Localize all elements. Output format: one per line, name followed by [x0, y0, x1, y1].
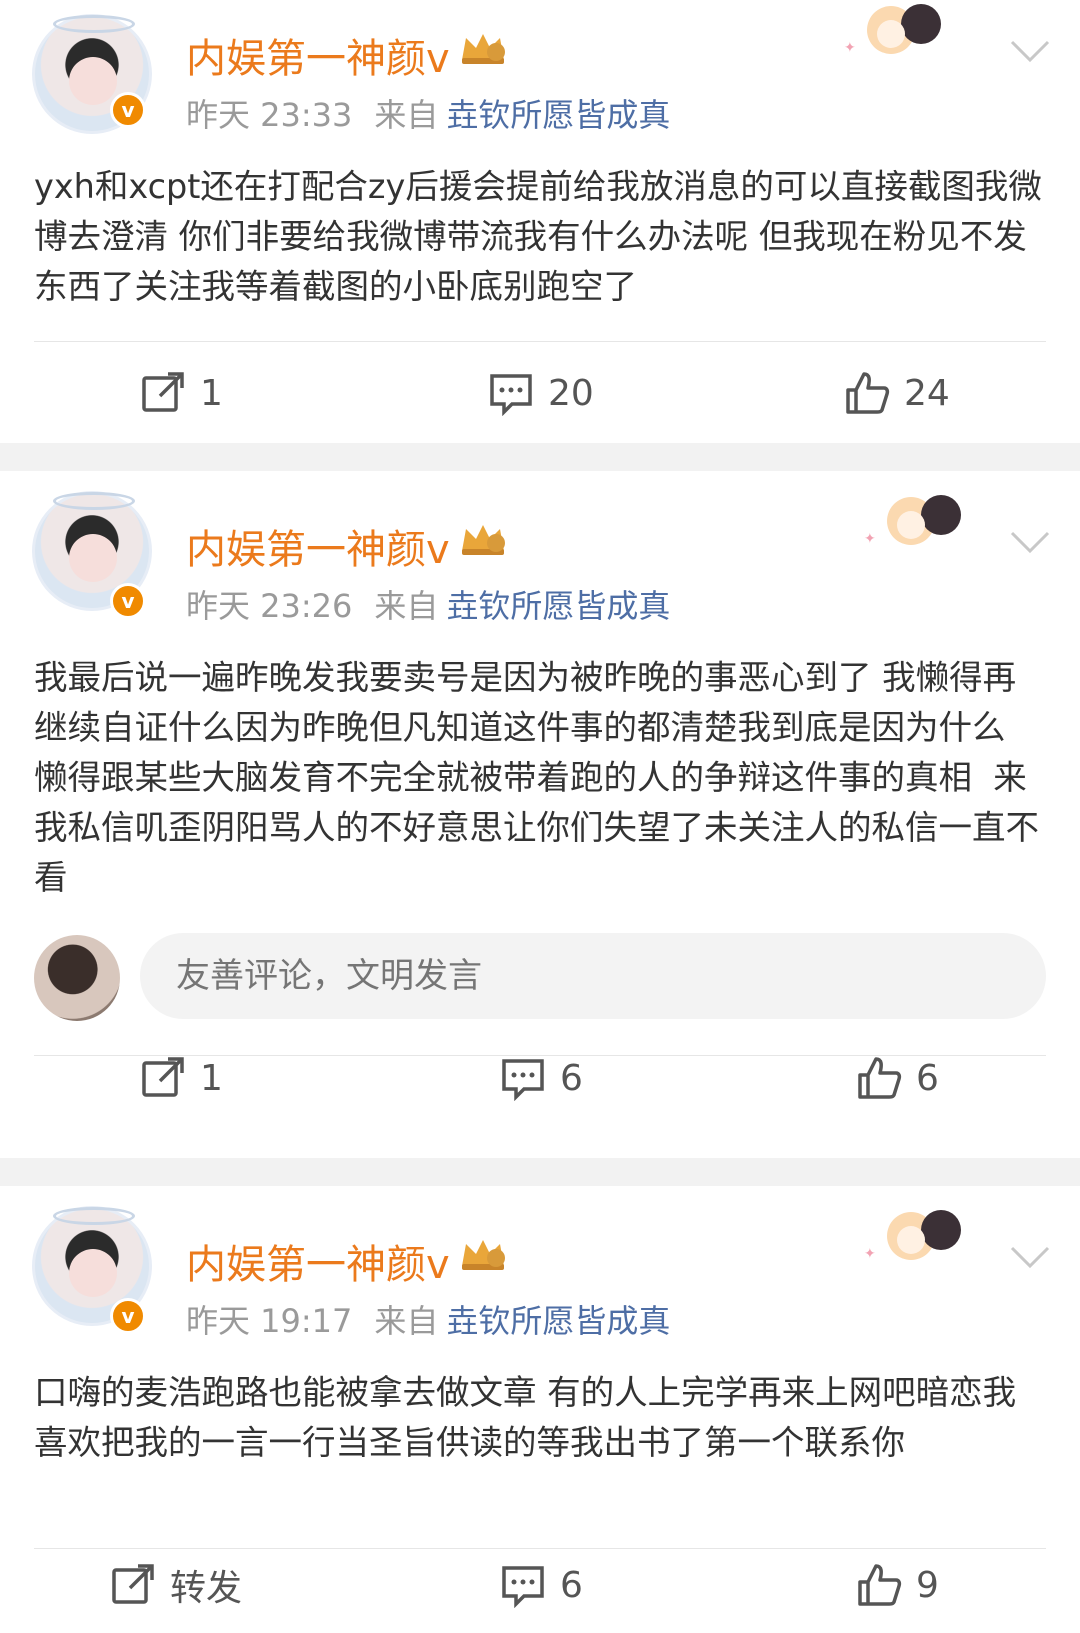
like-count: 9	[916, 1564, 939, 1606]
avatar-halo	[53, 15, 135, 33]
repost-icon	[112, 1564, 154, 1604]
comment-icon	[502, 1566, 544, 1608]
like-icon	[858, 1564, 902, 1606]
author-name[interactable]: 内娱第一神颜v	[186, 517, 450, 575]
repost-button[interactable]: 1	[140, 368, 223, 418]
source-app-link[interactable]: 垚钦所愿皆成真	[446, 96, 670, 134]
like-button[interactable]: 24	[844, 368, 950, 418]
post-card-1: v 内娱第一神颜v 昨天 23:33 来自 垚钦所愿皆成真 ✦ yxh和xcpt还在…	[0, 0, 1080, 425]
post-time: 昨天 23:33	[186, 96, 353, 134]
repost-button[interactable]: 1	[140, 1053, 223, 1103]
repost-icon	[142, 1057, 184, 1097]
from-label: 来自	[374, 587, 439, 625]
comment-composer	[34, 933, 1046, 1023]
verified-badge-icon: v	[110, 1298, 146, 1334]
comment-button[interactable]: 6	[500, 1053, 583, 1103]
verified-badge-icon: v	[110, 583, 146, 619]
post-meta: 昨天 23:26 来自 垚钦所愿皆成真	[186, 581, 670, 627]
post-meta: 昨天 19:17 来自 垚钦所愿皆成真	[186, 1296, 670, 1342]
post-card-2: v 内娱第一神颜v 昨天 23:26 来自 垚钦所愿皆成真 ✦ 我最后说一遍昨晚发我…	[0, 471, 1080, 1158]
post-time: 昨天 23:26	[186, 587, 353, 625]
comment-count: 6	[560, 1057, 583, 1099]
source-app-link[interactable]: 垚钦所愿皆成真	[446, 1302, 670, 1340]
repost-label: 转发	[170, 1568, 243, 1609]
post-card-3: v 内娱第一神颜v 昨天 19:17 来自 垚钦所愿皆成真 ✦ 口嗨的麦浩跑路也能被…	[0, 1186, 1080, 1633]
post-meta: 昨天 23:33 来自 垚钦所愿皆成真	[186, 90, 670, 136]
comment-input[interactable]	[140, 933, 1046, 1019]
repost-count: 1	[200, 1057, 223, 1099]
repost-count: 1	[200, 372, 223, 414]
like-count: 6	[916, 1057, 939, 1099]
svg-text:✦: ✦	[864, 531, 876, 547]
feed-separator	[0, 1158, 1080, 1186]
current-user-avatar	[34, 935, 120, 1021]
verified-badge-icon: v	[110, 92, 146, 128]
divider	[34, 1548, 1046, 1549]
like-button[interactable]: 9	[856, 1560, 939, 1610]
post-text: 口嗨的麦浩跑路也能被拿去做文章 有的人上完学再来上网吧暗恋我喜欢把我的一言一行当…	[34, 1373, 1017, 1462]
source-app-link[interactable]: 垚钦所愿皆成真	[446, 587, 670, 625]
like-icon	[846, 372, 890, 414]
chevron-down-icon[interactable]	[1008, 38, 1052, 64]
divider	[34, 341, 1046, 342]
post-time: 昨天 19:17	[186, 1302, 353, 1340]
chevron-down-icon[interactable]	[1008, 1244, 1052, 1270]
crown-badge-icon	[462, 34, 505, 64]
post-text: 我最后说一遍昨晚发我要卖号是因为被昨晚的事恶心到了 我懒得再继续自证什么因为昨晚…	[34, 658, 1039, 897]
decoration-sticker: ✦	[864, 1210, 961, 1262]
author-name[interactable]: 内娱第一神颜v	[186, 1232, 450, 1290]
author-name[interactable]: 内娱第一神颜v	[186, 26, 450, 84]
comment-icon	[490, 374, 532, 416]
comment-button[interactable]: 6	[500, 1560, 583, 1610]
feed-separator	[0, 443, 1080, 471]
from-label: 来自	[374, 1302, 439, 1340]
avatar-face	[69, 57, 117, 105]
svg-text:✦: ✦	[864, 1246, 876, 1262]
comment-count: 20	[548, 372, 594, 414]
decoration-sticker: ✦	[864, 495, 961, 547]
avatar-face	[69, 534, 117, 582]
post-text: yxh和xcpt还在打配合zy后援会提前给我放消息的可以直接截图我微博去澄清 你…	[34, 167, 1042, 306]
chevron-down-icon[interactable]	[1008, 529, 1052, 555]
crown-badge-icon	[462, 525, 505, 555]
avatar-halo	[53, 492, 135, 510]
comment-button[interactable]: 20	[488, 368, 594, 418]
comment-icon	[502, 1059, 544, 1101]
svg-text:✦: ✦	[844, 40, 856, 56]
like-icon	[858, 1057, 902, 1099]
repost-icon	[142, 372, 184, 412]
like-button[interactable]: 6	[856, 1053, 939, 1103]
decoration-sticker: ✦	[844, 4, 941, 56]
from-label: 来自	[374, 96, 439, 134]
avatar-halo	[53, 1207, 135, 1225]
crown-badge-icon	[462, 1240, 505, 1270]
repost-button[interactable]: 转发	[110, 1560, 242, 1610]
avatar-face	[69, 1249, 117, 1297]
comment-count: 6	[560, 1564, 583, 1606]
like-count: 24	[904, 372, 950, 414]
